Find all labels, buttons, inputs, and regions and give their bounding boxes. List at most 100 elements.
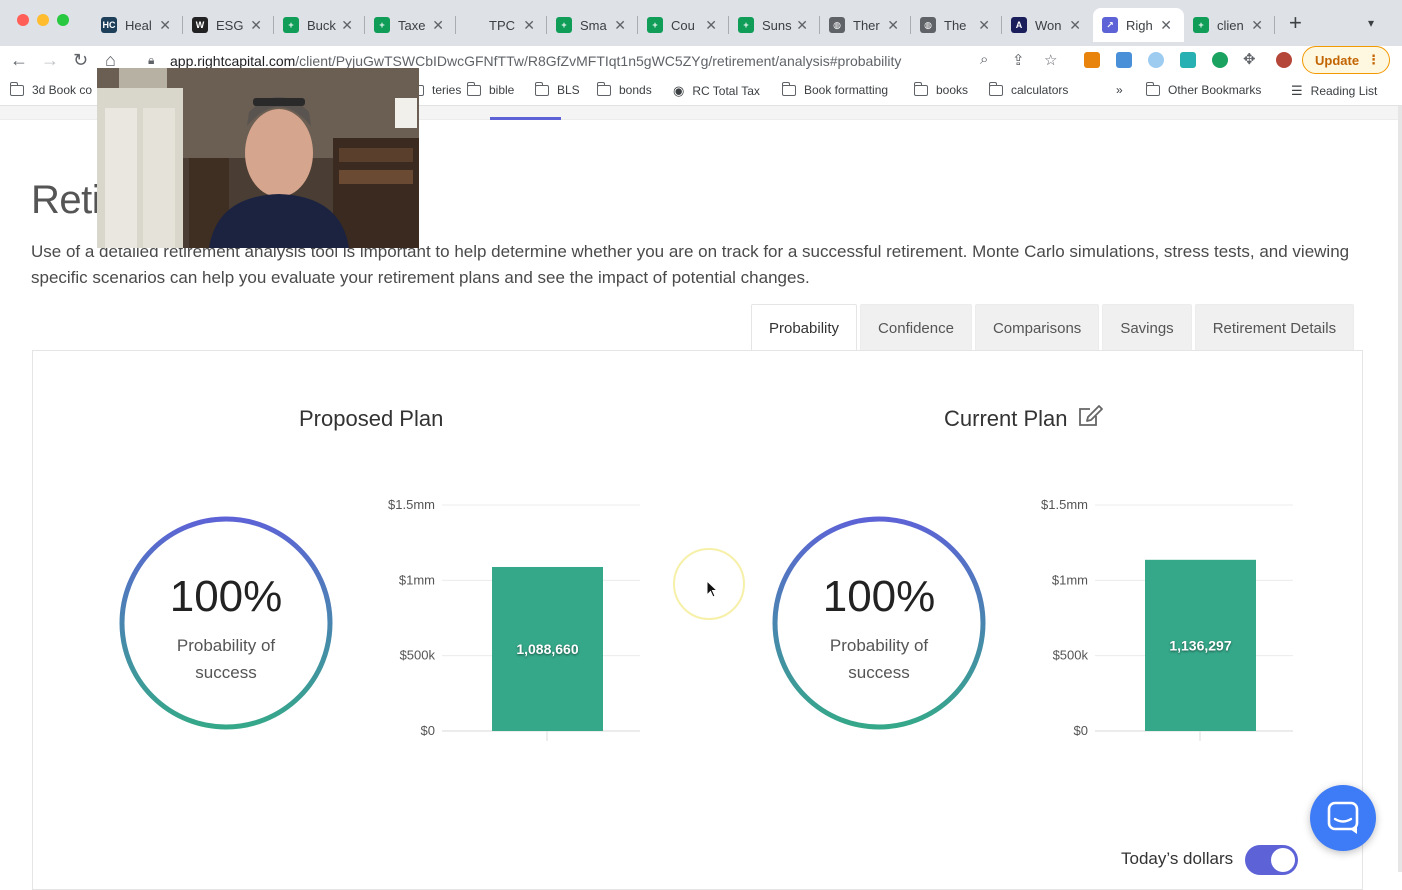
extensions-puzzle-icon[interactable]: ✥ <box>1243 49 1256 71</box>
browser-tab[interactable]: HC Heal ✕ <box>92 8 183 42</box>
bookmark-item[interactable]: calculators <box>988 81 1068 97</box>
update-button[interactable]: Update ⋮ <box>1302 46 1390 74</box>
tab-favicon-icon <box>465 17 481 33</box>
bookmark-item[interactable]: bible <box>466 81 514 97</box>
bookmark-item[interactable]: BLS <box>534 81 580 97</box>
tab-favicon-icon: + <box>556 17 572 33</box>
profile-avatar[interactable] <box>1276 52 1292 68</box>
reload-icon[interactable]: ↻ <box>73 49 88 71</box>
extension-icon-4[interactable] <box>1180 52 1196 68</box>
zoom-window-button[interactable] <box>57 14 69 26</box>
globe-icon: ◉ <box>673 83 685 98</box>
folder-icon <box>9 81 24 96</box>
tab-search-chevron-icon[interactable]: ▾ <box>1368 16 1374 30</box>
tab-close-icon[interactable]: ✕ <box>250 17 262 34</box>
page-scrollbar[interactable] <box>1398 106 1402 872</box>
extension-icon-2[interactable] <box>1116 52 1132 68</box>
proposed-probability-label-line2: success <box>195 663 257 682</box>
url-host: app.rightcapital.com <box>170 53 296 69</box>
extension-icon-5[interactable] <box>1212 52 1228 68</box>
tab-close-icon[interactable]: ✕ <box>614 17 626 34</box>
bookmark-item[interactable]: ☰ Reading List <box>1291 83 1377 99</box>
tab-favicon-icon: + <box>283 17 299 33</box>
tab-close-icon[interactable]: ✕ <box>1069 17 1081 34</box>
bookmark-item[interactable]: Book formatting <box>781 81 888 97</box>
tab-confidence[interactable]: Confidence <box>860 304 972 351</box>
tab-retirement-details[interactable]: Retirement Details <box>1194 304 1355 351</box>
forward-arrow-icon[interactable]: → <box>41 49 59 71</box>
tab-title: Suns <box>762 17 792 33</box>
tab-close-icon[interactable]: ✕ <box>887 17 899 34</box>
reading-list-icon: ☰ <box>1291 83 1303 98</box>
url-text[interactable]: app.rightcapital.com/client/PyjuGwTSWCbI… <box>170 53 901 69</box>
extension-icon-1[interactable] <box>1084 52 1100 68</box>
new-tab-button[interactable]: + <box>1289 12 1302 34</box>
tab-title: clien <box>1217 17 1244 33</box>
bookmark-label: Reading List <box>1310 84 1378 98</box>
bookmark-star-icon[interactable]: ☆ <box>1044 51 1057 69</box>
browser-tab[interactable]: + Buck ✕ <box>274 8 365 42</box>
folder-icon <box>988 81 1003 96</box>
tab-close-icon[interactable]: ✕ <box>341 17 353 34</box>
tab-favicon-icon: ◍ <box>920 17 936 33</box>
browser-tab[interactable]: + Taxe ✕ <box>365 8 456 42</box>
browser-tab[interactable]: ◍ The ✕ <box>911 8 1002 42</box>
tab-close-icon[interactable]: ✕ <box>1251 17 1263 34</box>
extension-icon-3[interactable] <box>1148 52 1164 68</box>
current-probability-ring <box>772 516 986 730</box>
tab-favicon-icon: ◍ <box>829 17 845 33</box>
browser-tab[interactable]: ↗ Righ ✕ <box>1093 8 1184 42</box>
tab-close-icon[interactable]: ✕ <box>978 17 990 34</box>
zoom-icon[interactable]: ⌕ <box>980 51 988 68</box>
browser-tab[interactable]: A Won ✕ <box>1002 8 1093 42</box>
bookmark-label: » <box>1116 83 1123 97</box>
tab-favicon-icon: HC <box>101 17 117 33</box>
update-label: Update <box>1315 52 1360 68</box>
bookmark-item[interactable]: bonds <box>596 81 652 97</box>
browser-tab[interactable]: + Suns ✕ <box>729 8 820 42</box>
back-arrow-icon[interactable]: ← <box>10 49 28 71</box>
tab-title: Taxe <box>398 17 426 33</box>
tab-close-icon[interactable]: ✕ <box>796 17 808 34</box>
bookmark-item[interactable]: Other Bookmarks <box>1145 81 1261 97</box>
minimize-window-button[interactable] <box>37 14 49 26</box>
browser-tab[interactable]: + Sma ✕ <box>547 8 638 42</box>
share-icon[interactable]: ⇪ <box>1012 51 1025 69</box>
chat-support-button[interactable] <box>1310 785 1376 851</box>
analysis-tabs: Probability Confidence Comparisons Savings R… <box>751 304 1355 352</box>
tab-close-icon[interactable]: ✕ <box>705 17 717 34</box>
browser-tab[interactable]: ◍ Ther ✕ <box>820 8 911 42</box>
bookmark-item[interactable]: 3d Book co <box>9 81 92 97</box>
current-plan-title: Current Plan <box>944 406 1068 431</box>
tab-close-icon[interactable]: ✕ <box>432 17 444 34</box>
y-tick-label: $0 <box>1074 723 1088 738</box>
browser-tab[interactable]: + clien ✕ <box>1184 8 1275 42</box>
bookmarks-overflow-button[interactable]: » <box>1116 83 1123 97</box>
bookmark-item[interactable]: books <box>913 81 969 97</box>
tab-title: Righ <box>1126 17 1153 33</box>
folder-icon <box>781 81 796 96</box>
browser-tab[interactable]: TPC ✕ <box>456 8 547 42</box>
todays-dollars-toggle[interactable] <box>1245 845 1298 875</box>
folder-icon <box>596 81 611 96</box>
browser-tab-strip: HC Heal ✕ W ESG ✕ + Buck ✕ + Taxe ✕ TPC ✕ + Sma ✕ + Cou ✕ + S… <box>0 0 1402 46</box>
bookmark-item[interactable]: ◉ RC Total Tax <box>673 83 760 99</box>
tab-close-icon[interactable]: ✕ <box>523 17 535 34</box>
chat-bubble-icon <box>1327 801 1359 834</box>
tab-probability[interactable]: Probability <box>751 304 858 352</box>
browser-tab[interactable]: + Cou ✕ <box>638 8 729 42</box>
proposed-probability-label: Probability of success <box>119 632 333 686</box>
tab-comparisons[interactable]: Comparisons <box>974 304 1100 351</box>
proposed-savings-chart: $0 $500k $1mm $1.5mm 1,088,660 <box>388 497 640 741</box>
edit-icon[interactable] <box>1078 404 1104 428</box>
bookmark-label: bonds <box>619 83 652 97</box>
browser-tab[interactable]: W ESG ✕ <box>183 8 274 42</box>
folder-icon <box>913 81 928 96</box>
tab-close-icon[interactable]: ✕ <box>1160 17 1172 34</box>
tab-close-icon[interactable]: ✕ <box>159 17 171 34</box>
close-window-button[interactable] <box>17 14 29 26</box>
bookmark-label: teries <box>432 83 462 97</box>
tab-savings[interactable]: Savings <box>1102 304 1192 351</box>
lock-icon[interactable]: 🔒︎ <box>148 53 154 68</box>
bookmark-label: books <box>936 83 969 97</box>
